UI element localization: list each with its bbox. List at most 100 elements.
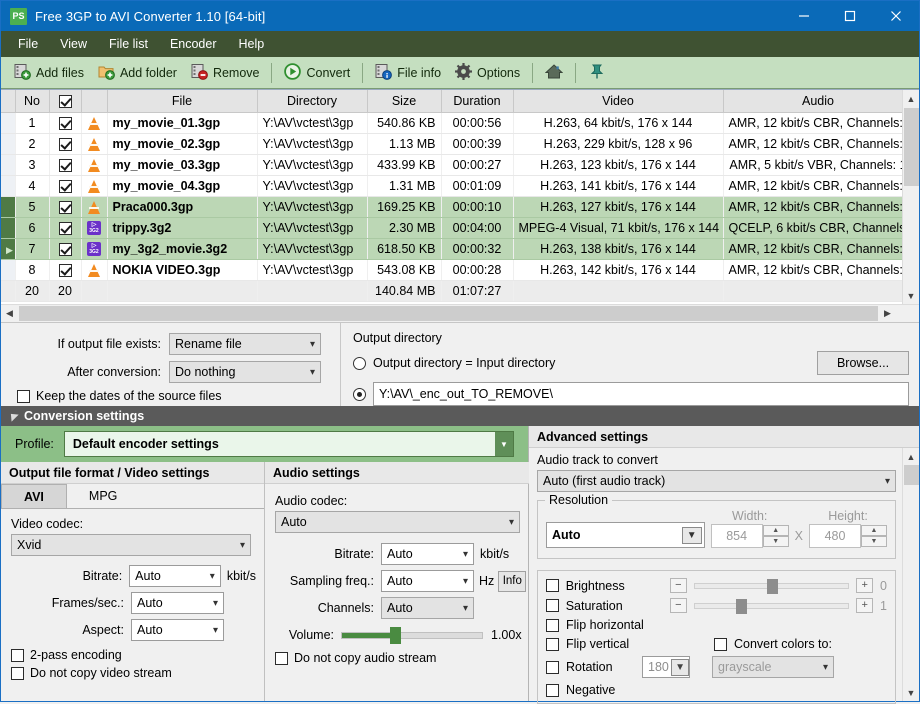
- options-button[interactable]: Options: [448, 60, 527, 86]
- video-fps-select[interactable]: Auto ▾: [131, 592, 224, 614]
- saturation-plus-button[interactable]: +: [856, 598, 873, 613]
- scroll-left-icon[interactable]: ◀: [1, 305, 18, 322]
- row-checkbox[interactable]: [59, 243, 72, 256]
- minimize-button[interactable]: [781, 1, 827, 31]
- cell-checkbox[interactable]: [49, 175, 81, 196]
- negative-checkbox[interactable]: [546, 684, 559, 697]
- table-row[interactable]: 1my_movie_01.3gpY:\AV\vctest\3gp540.86 K…: [1, 112, 902, 133]
- table-row[interactable]: 8NOKIA VIDEO.3gpY:\AV\vctest\3gp543.08 K…: [1, 259, 902, 280]
- scroll-right-icon[interactable]: ▶: [879, 305, 896, 322]
- audio-info-button[interactable]: Info: [498, 571, 526, 592]
- menu-file-list[interactable]: File list: [98, 33, 159, 55]
- audio-channels-select[interactable]: Auto ▾: [381, 597, 474, 619]
- chevron-down-icon[interactable]: ▼: [671, 659, 689, 676]
- video-aspect-select[interactable]: Auto ▾: [131, 619, 224, 641]
- no-copy-audio-checkbox[interactable]: [275, 652, 288, 665]
- adv-scroll-thumb[interactable]: [904, 465, 919, 485]
- negative-row[interactable]: Negative: [546, 683, 887, 697]
- header-no[interactable]: No: [15, 90, 49, 112]
- output-custom-radio[interactable]: [353, 388, 366, 401]
- conversion-settings-header[interactable]: Conversion settings: [1, 406, 919, 426]
- adv-scroll-up-icon[interactable]: ▲: [903, 448, 920, 465]
- chevron-down-icon[interactable]: ▼: [495, 432, 513, 456]
- cell-checkbox[interactable]: [49, 217, 81, 238]
- convert-button[interactable]: Convert: [277, 60, 357, 86]
- width-stepper-up[interactable]: ▲: [763, 525, 789, 536]
- cell-checkbox[interactable]: [49, 259, 81, 280]
- tab-avi[interactable]: AVI: [1, 484, 67, 508]
- flip-horizontal-row[interactable]: Flip horizontal: [546, 618, 887, 632]
- file-info-button[interactable]: File info: [368, 60, 448, 86]
- row-checkbox[interactable]: [59, 180, 72, 193]
- brightness-plus-button[interactable]: +: [856, 578, 873, 593]
- close-button[interactable]: [873, 1, 919, 31]
- add-files-button[interactable]: Add files: [7, 60, 91, 86]
- output-same-as-input-radio[interactable]: [353, 357, 366, 370]
- saturation-slider[interactable]: [694, 603, 850, 609]
- tab-mpg[interactable]: MPG: [67, 484, 139, 508]
- width-stepper[interactable]: ▲ ▼: [763, 525, 789, 547]
- two-pass-row[interactable]: 2-pass encoding: [11, 648, 256, 662]
- audio-track-select[interactable]: Auto (first audio track) ▾: [537, 470, 896, 492]
- keep-dates-row[interactable]: Keep the dates of the source files: [1, 389, 340, 403]
- height-input[interactable]: 480: [809, 524, 861, 548]
- audio-bitrate-select[interactable]: Auto ▾: [381, 543, 474, 565]
- no-copy-video-checkbox[interactable]: [11, 667, 24, 680]
- rotation-select[interactable]: 180 ▼: [642, 656, 690, 678]
- table-row[interactable]: 2my_movie_02.3gpY:\AV\vctest\3gp1.13 MB0…: [1, 133, 902, 154]
- row-checkbox[interactable]: [59, 159, 72, 172]
- width-stepper-down[interactable]: ▼: [763, 536, 789, 547]
- brightness-minus-button[interactable]: −: [670, 578, 687, 593]
- advanced-settings-scrollbar[interactable]: ▲ ▼: [902, 448, 919, 701]
- header-file[interactable]: File: [107, 90, 257, 112]
- convert-colors-checkbox[interactable]: [714, 638, 727, 651]
- after-conversion-select[interactable]: Do nothing ▾: [169, 361, 321, 383]
- adv-scroll-down-icon[interactable]: ▼: [903, 684, 920, 701]
- video-bitrate-select[interactable]: Auto ▾: [129, 565, 221, 587]
- browse-button[interactable]: Browse...: [817, 351, 909, 375]
- resolution-select[interactable]: Auto ▼: [546, 522, 705, 548]
- no-copy-audio-row[interactable]: Do not copy audio stream: [275, 651, 526, 665]
- maximize-button[interactable]: [827, 1, 873, 31]
- audio-codec-select[interactable]: Auto ▾: [275, 511, 520, 533]
- pin-button[interactable]: [581, 60, 612, 86]
- header-video[interactable]: Video: [513, 90, 723, 112]
- menu-file[interactable]: File: [7, 33, 49, 55]
- row-checkbox[interactable]: [59, 117, 72, 130]
- file-list-horizontal-scrollbar[interactable]: ◀ ▶: [1, 304, 919, 323]
- vertical-scroll-thumb[interactable]: [904, 108, 919, 186]
- cell-checkbox[interactable]: [49, 112, 81, 133]
- cell-checkbox[interactable]: [49, 154, 81, 175]
- menu-encoder[interactable]: Encoder: [159, 33, 228, 55]
- video-codec-select[interactable]: Xvid ▾: [11, 534, 251, 556]
- cell-checkbox[interactable]: [49, 196, 81, 217]
- audio-sampling-select[interactable]: Auto ▾: [381, 570, 474, 592]
- table-row[interactable]: 4my_movie_04.3gpY:\AV\vctest\3gp1.31 MB0…: [1, 175, 902, 196]
- chevron-down-icon[interactable]: ▼: [682, 527, 702, 544]
- home-button[interactable]: [538, 60, 570, 86]
- two-pass-checkbox[interactable]: [11, 649, 24, 662]
- flip-horizontal-checkbox[interactable]: [546, 619, 559, 632]
- height-stepper[interactable]: ▲ ▼: [861, 525, 887, 547]
- row-checkbox[interactable]: [59, 201, 72, 214]
- saturation-slider-thumb[interactable]: [736, 599, 747, 614]
- profile-select[interactable]: Default encoder settings ▼: [64, 431, 514, 457]
- table-row[interactable]: 3my_movie_03.3gpY:\AV\vctest\3gp433.99 K…: [1, 154, 902, 175]
- row-checkbox[interactable]: [59, 264, 72, 277]
- brightness-slider[interactable]: [694, 583, 850, 589]
- rotation-checkbox[interactable]: [546, 661, 559, 674]
- flip-vertical-checkbox[interactable]: [546, 638, 559, 651]
- output-path-input[interactable]: Y:\AV\_enc_out_TO_REMOVE\: [373, 382, 909, 406]
- no-copy-video-row[interactable]: Do not copy video stream: [11, 666, 256, 680]
- table-row[interactable]: ▶7▷3G2my_3g2_movie.3g2Y:\AV\vctest\3gp61…: [1, 238, 902, 259]
- flip-vertical-row[interactable]: Flip vertical: [546, 637, 714, 651]
- saturation-checkbox[interactable]: [546, 599, 559, 612]
- menu-help[interactable]: Help: [228, 33, 276, 55]
- scroll-down-icon[interactable]: ▼: [903, 287, 920, 304]
- if-output-exists-select[interactable]: Rename file ▾: [169, 333, 321, 355]
- menu-view[interactable]: View: [49, 33, 98, 55]
- header-audio[interactable]: Audio: [723, 90, 902, 112]
- height-stepper-up[interactable]: ▲: [861, 525, 887, 536]
- row-checkbox[interactable]: [59, 138, 72, 151]
- remove-button[interactable]: Remove: [184, 60, 267, 86]
